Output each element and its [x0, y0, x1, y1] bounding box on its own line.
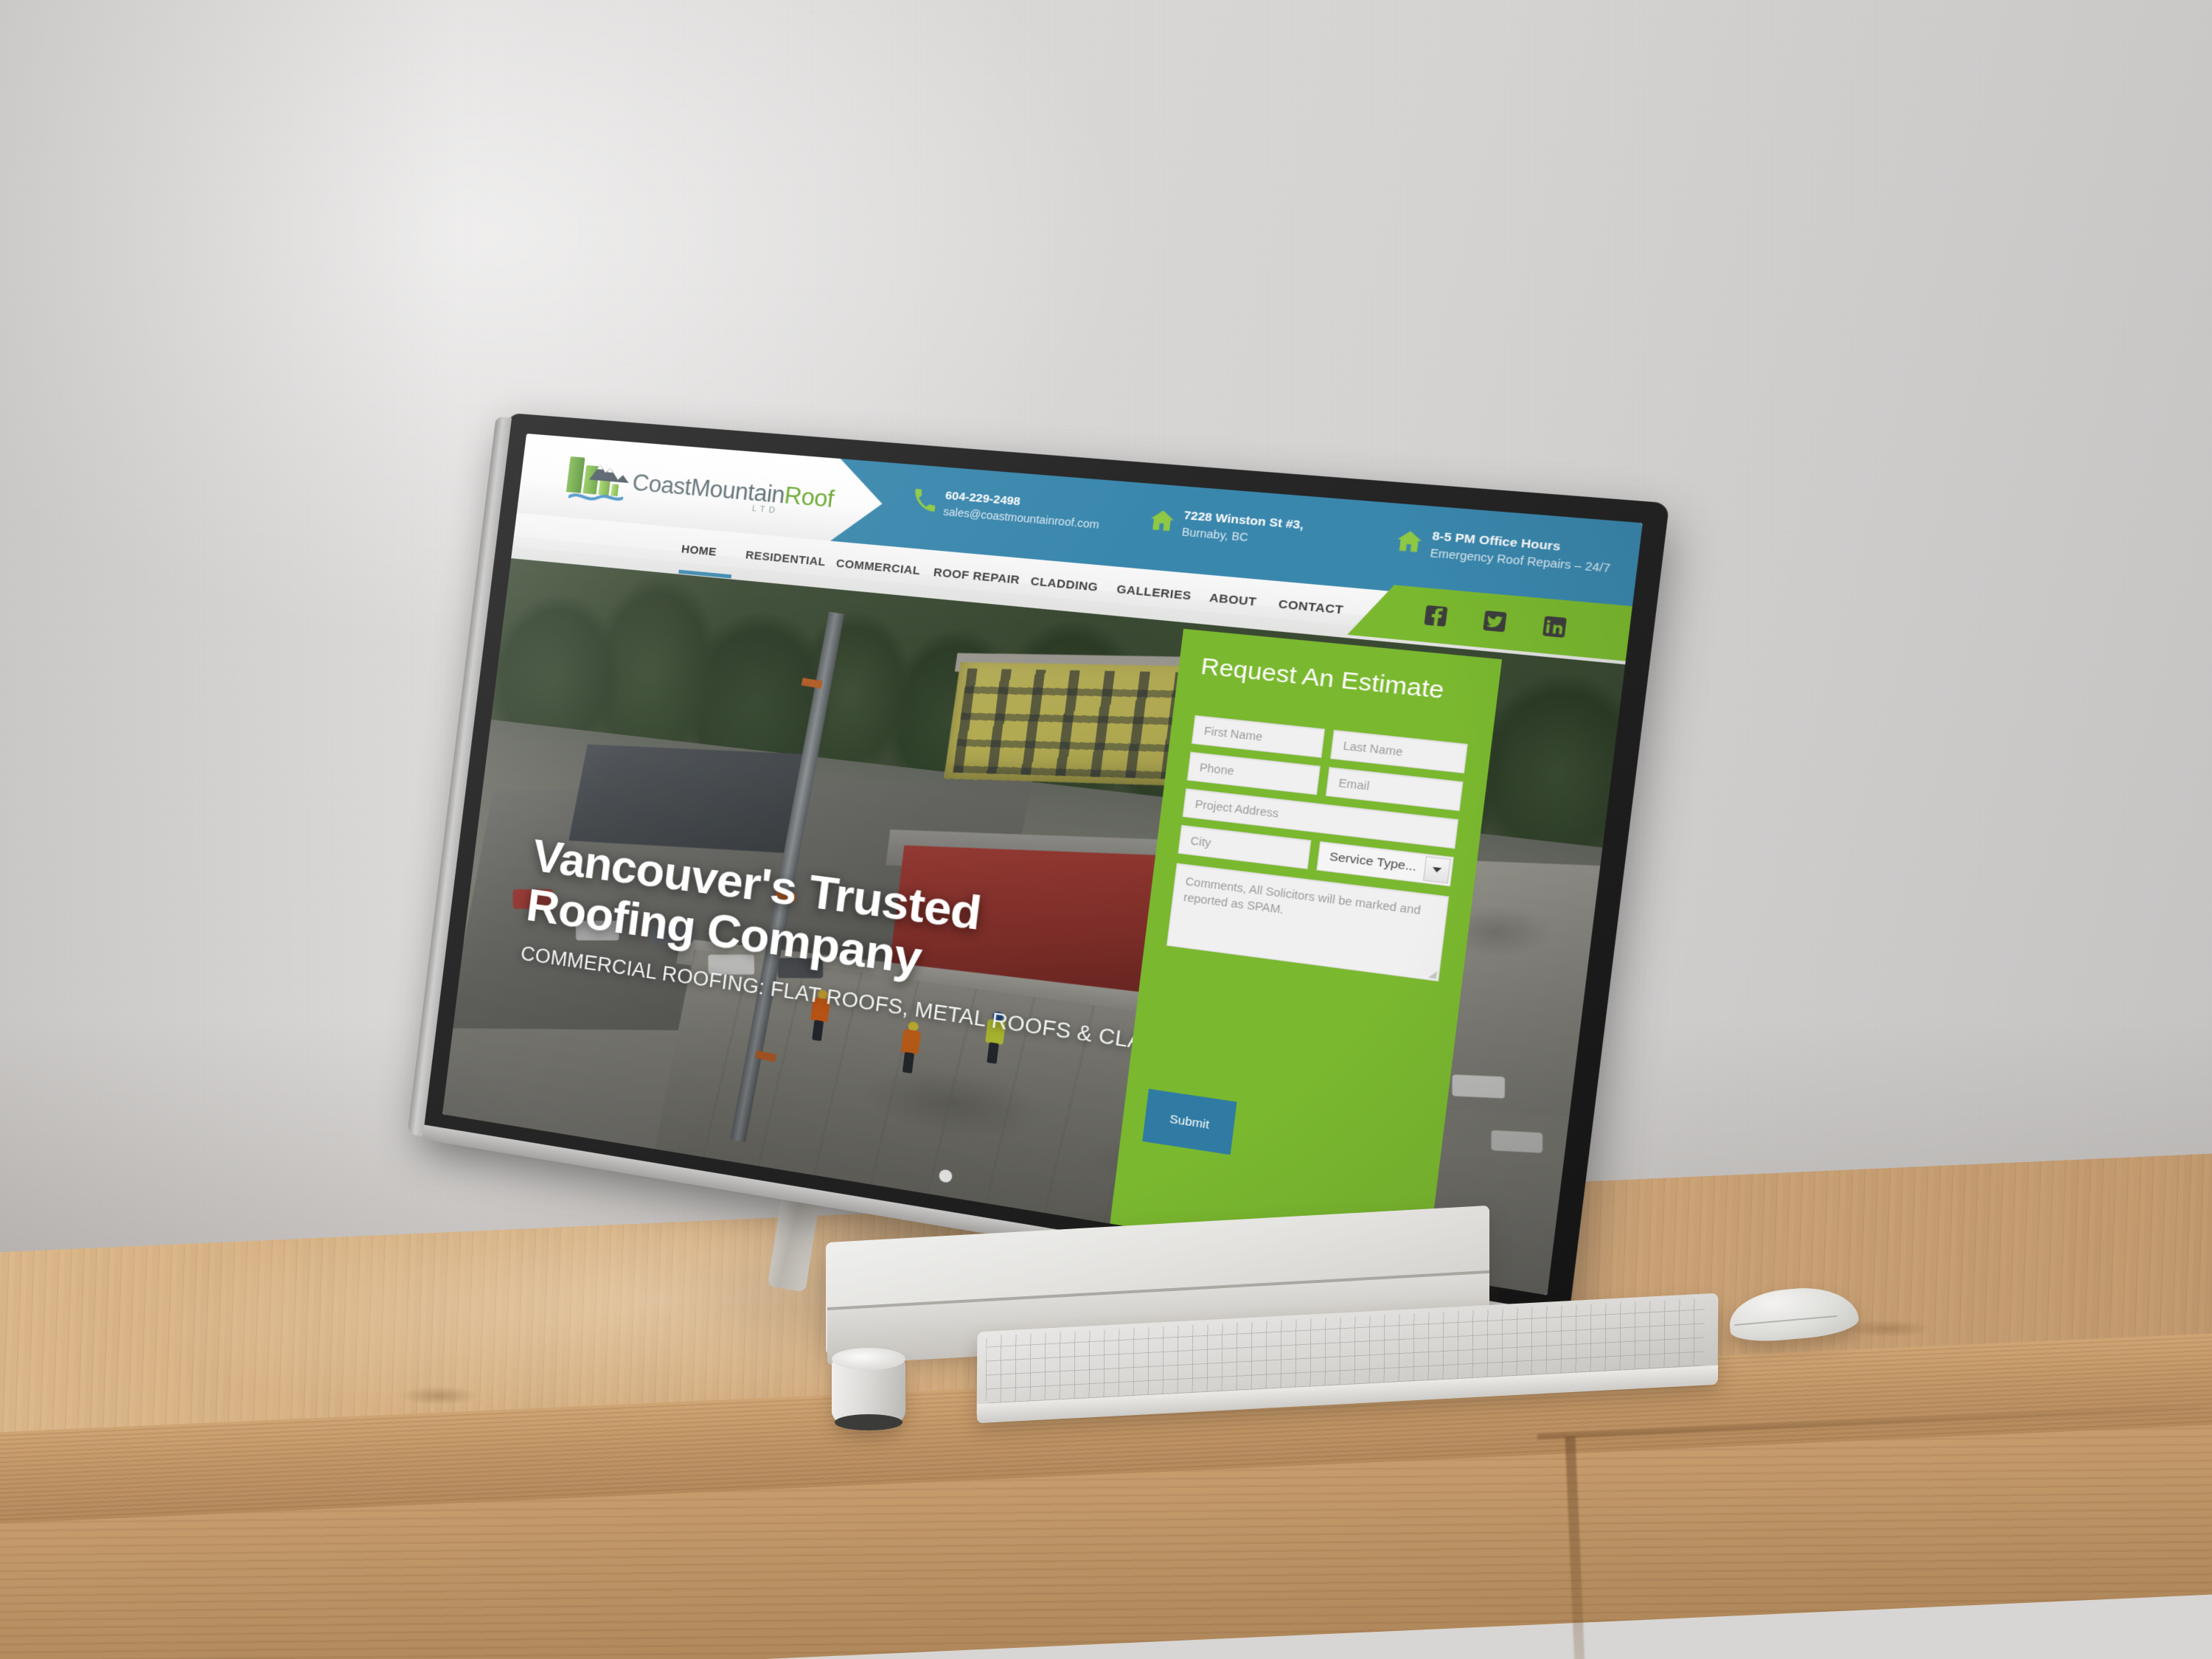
nav-item-contact[interactable]: CONTACT [1278, 597, 1344, 617]
phone-icon [913, 488, 938, 512]
last-name-input[interactable]: Last Name [1329, 729, 1468, 773]
dial-base [835, 1414, 902, 1430]
monitor: CoastMountainRoof LTD 604-229-2498 sales… [407, 413, 1670, 1332]
desk-scene: CoastMountainRoof LTD 604-229-2498 sales… [0, 0, 2212, 1659]
submit-button[interactable]: Submit [1142, 1088, 1237, 1155]
service-type-selected-value: Service Type... [1328, 849, 1418, 874]
nav-items: HOME RESIDENTIAL COMMERCIAL ROOF REPAIR … [678, 528, 1344, 617]
home-icon [1149, 509, 1175, 532]
contact-address-city: Burnaby, BC [1180, 525, 1249, 544]
logo-suffix: LTD [751, 504, 779, 516]
home-icon [1396, 529, 1423, 553]
resize-grip-icon[interactable] [1427, 970, 1437, 979]
twitter-icon[interactable] [1482, 610, 1508, 633]
logo-word-roof: Roof [782, 481, 835, 513]
nav-item-roof-repair[interactable]: ROOF REPAIR [933, 566, 1020, 587]
estimate-panel-title: Request An Estimate [1199, 653, 1446, 704]
dial-top-surface [832, 1348, 905, 1370]
city-input[interactable]: City [1178, 824, 1312, 869]
phone-input[interactable]: Phone [1186, 751, 1321, 796]
buildings-mountain-wave-logo-icon [564, 456, 631, 504]
nav-item-home[interactable]: HOME [681, 543, 717, 559]
linkedin-icon[interactable] [1542, 615, 1568, 639]
comments-placeholder: Comments, All Solicitors will be marked … [1183, 874, 1422, 917]
nav-item-residential[interactable]: RESIDENTIAL [745, 549, 827, 568]
nav-item-commercial[interactable]: COMMERCIAL [835, 557, 921, 577]
first-name-input[interactable]: First Name [1191, 714, 1326, 758]
contact-email: sales@coastmountainroof.com [942, 505, 1100, 531]
email-input[interactable]: Email [1325, 767, 1464, 812]
nav-item-about[interactable]: ABOUT [1208, 591, 1257, 609]
mouse[interactable] [1727, 1283, 1860, 1345]
nav-item-cladding[interactable]: CLADDING [1030, 574, 1099, 594]
logo-wordmark: CoastMountainRoof [631, 469, 835, 513]
facebook-icon[interactable] [1423, 605, 1449, 628]
mountain-icon [588, 464, 631, 484]
chevron-down-icon[interactable] [1422, 856, 1451, 884]
logo-word-coastmountain: CoastMountain [630, 469, 787, 509]
service-type-select[interactable]: Service Type... [1316, 841, 1454, 887]
computer-setup: CoastMountainRoof LTD 604-229-2498 sales… [0, 0, 2212, 1659]
nav-item-galleries[interactable]: GALLERIES [1116, 582, 1192, 603]
